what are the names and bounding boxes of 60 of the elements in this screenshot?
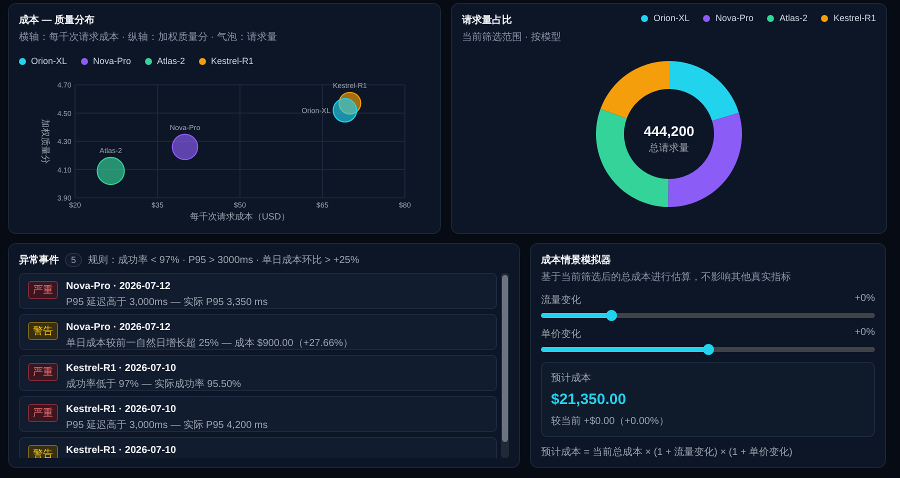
event-detail: 成功率低于 97% — 实际成功率 95.50% <box>66 378 242 391</box>
bubble-label: Orion-XL <box>302 106 330 115</box>
severity-badge: 严重 <box>28 281 58 299</box>
result-label: 预计成本 <box>551 372 592 385</box>
bubble-label: Atlas-2 <box>100 146 122 155</box>
y-tick-label: 4.50 <box>57 108 72 118</box>
legend-label: Nova-Pro <box>715 13 754 23</box>
formula-text: 预计成本 = 当前总成本 × (1 + 流量变化) × (1 + 单价变化) <box>541 446 794 459</box>
slider-label: 流量变化 <box>541 294 581 307</box>
event-item[interactable]: 严重 Kestrel-R1 · 2026-07-10 成功率低于 97% — 实际成功率 95.50% <box>19 355 497 391</box>
y-tick-label: 3.90 <box>57 194 72 202</box>
y-tick-label: 4.70 <box>57 80 72 90</box>
x-tick-label: $65 <box>316 200 328 210</box>
event-item[interactable]: 警告 Nova-Pro · 2026-07-12 单日成本较前一自然日增长超 25% — 成本 $900.00（+27.66%） <box>19 314 497 350</box>
panel-subtitle: 基于当前筛选后的总成本进行估算，不影响其他真实指标 <box>541 270 792 284</box>
panel-title: 异常事件 <box>19 254 59 267</box>
event-title: Nova-Pro · 2026-07-12 <box>66 322 172 333</box>
legend-label: Atlas-2 <box>157 56 186 66</box>
panel-title: 请求量占比 <box>462 14 513 27</box>
legend-label: Orion-XL <box>653 13 690 23</box>
severity-badge: 严重 <box>28 404 58 422</box>
y-tick-label: 4.10 <box>57 165 72 174</box>
event-item[interactable]: 严重 Nova-Pro · 2026-07-12 P95 延迟高于 3,000ms — 实际 P95 3,350 ms <box>19 273 497 309</box>
y-axis-title: 加权质量分 <box>40 118 51 164</box>
rules-text: 规则：成功率 < 97% · P95 > 3000ms · 单日成本环比 > +25% <box>88 254 360 267</box>
event-detail: 单日成本较前一自然日增长超 25% — 成本 $900.00（+27.66%） <box>66 336 354 350</box>
x-tick-label: $50 <box>234 200 246 210</box>
slider-reading: +0% <box>854 327 875 340</box>
event-detail: P95 延迟高于 3,000ms — 实际 P95 3,350 ms <box>66 296 268 309</box>
legend-label: Kestrel-R1 <box>211 56 254 66</box>
x-tick-label: $20 <box>69 200 82 210</box>
event-title: Kestrel-R1 · 2026-07-10 <box>66 363 178 374</box>
bubble-label: Nova-Pro <box>170 122 200 132</box>
legend-label: Atlas-2 <box>779 13 808 23</box>
x-tick-label: $35 <box>151 200 164 210</box>
result-value: $21,350.00 <box>551 391 628 408</box>
x-tick-label: $80 <box>398 200 411 210</box>
slider-label: 单价变化 <box>541 328 581 341</box>
severity-badge: 严重 <box>28 363 58 381</box>
legend-label: Orion-XL <box>31 56 68 66</box>
panel-subtitle: 当前筛选范围 · 按模型 <box>462 30 561 44</box>
event-item[interactable]: 严重 Kestrel-R1 · 2026-07-10 P95 延迟高于 3,000ms — 实际 P95 4,200 ms <box>19 396 497 432</box>
bubble-label: Kestrel-R1 <box>332 80 367 90</box>
result-delta: 较当前 +$0.00（+0.00%） <box>551 414 670 428</box>
panel-title: 成本 — 质量分布 <box>19 14 96 27</box>
panel-title: 成本情景模拟器 <box>541 254 612 267</box>
total-label: 总请求量 <box>649 143 689 154</box>
event-title: Kestrel-R1 · 2026-07-10 <box>66 445 176 456</box>
total-value: 444,200 <box>644 123 694 139</box>
legend-label: Kestrel-R1 <box>833 13 876 23</box>
event-detail: P95 延迟高于 3,000ms — 实际 P95 4,200 ms <box>66 418 268 432</box>
severity-badge: 警告 <box>28 322 58 340</box>
slider-reading: +0% <box>854 293 875 306</box>
y-tick-label: 4.30 <box>57 137 72 146</box>
x-axis-title: 每千次请求成本（USD） <box>190 211 290 222</box>
event-title: Nova-Pro · 2026-07-12 <box>66 281 172 292</box>
event-title: Kestrel-R1 · 2026-07-10 <box>66 404 178 415</box>
count-badge: 5 <box>65 253 82 267</box>
panel-subtitle: 横轴：每千次请求成本 · 纵轴：加权质量分 · 气泡：请求量 <box>19 30 278 44</box>
legend-label: Nova-Pro <box>93 56 132 66</box>
